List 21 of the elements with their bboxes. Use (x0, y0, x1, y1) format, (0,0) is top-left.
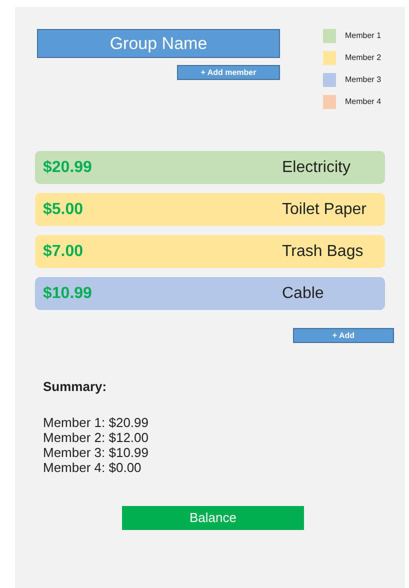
expense-name: Trash Bags (282, 242, 364, 262)
summary-line: Member 2: $12.00 (43, 430, 150, 444)
legend-label: Member 1 (345, 30, 382, 42)
expense-row[interactable]: $5.00 Toilet Paper (35, 193, 385, 226)
expense-amount: $7.00 (43, 242, 84, 262)
summary-line: Member 4: $0.00 (43, 460, 142, 474)
legend-label: Member 2 (345, 52, 382, 64)
summary-line: Member 3: $10.99 (43, 444, 150, 460)
expense-name: Cable (282, 284, 324, 304)
summary-title: Summary: (43, 378, 108, 396)
summary-line: Member 1: $20.99 (43, 414, 150, 430)
expense-amount: $20.99 (43, 158, 93, 178)
legend-label: Member 4 (345, 96, 382, 108)
expense-row[interactable]: $7.00 Trash Bags (35, 235, 385, 268)
expense-amount: $5.00 (43, 200, 84, 220)
expense-name: Electricity (282, 158, 350, 178)
expense-amount: $10.99 (43, 284, 93, 304)
expense-row[interactable]: $10.99 Cable (35, 277, 385, 310)
legend-label: Member 3 (345, 74, 382, 86)
expense-name: Toilet Paper (282, 200, 366, 220)
expense-row[interactable]: $20.99 Electricity (35, 151, 385, 184)
